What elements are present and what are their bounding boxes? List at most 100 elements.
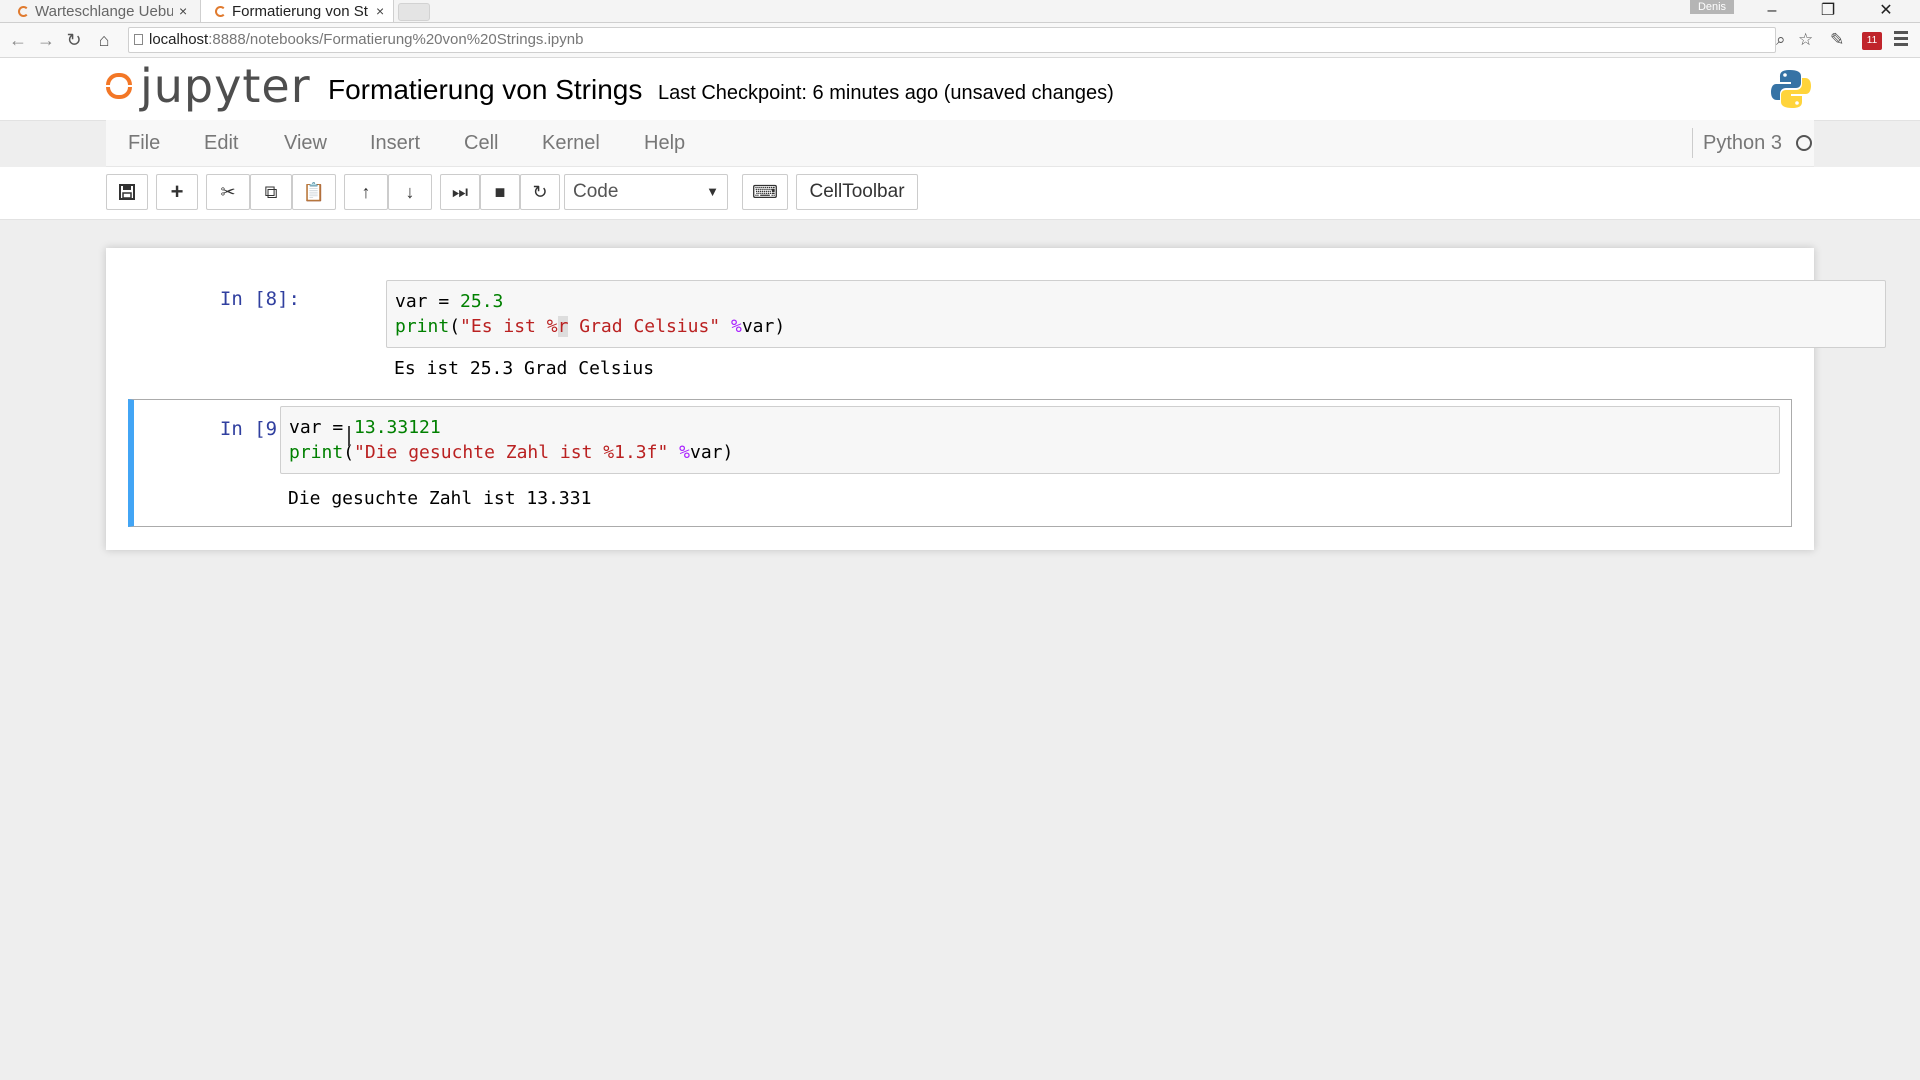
code-token: "Die gesuchte Zahl ist %1.3f": [354, 442, 669, 463]
code-token: Grad Celsius": [568, 316, 721, 337]
notebook-toolbar: + ✂ ⧉ 📋 ↑ ↓ ⏭ ■ ↻ Code ▼ ⌨ CellToolbar: [0, 167, 1920, 220]
plus-icon: +: [170, 179, 184, 204]
input-prompt: In [8]:: [219, 288, 300, 310]
save-icon: [119, 184, 135, 200]
tab-close-icon[interactable]: ×: [179, 3, 187, 19]
extension-pen-icon[interactable]: ✎: [1830, 27, 1844, 53]
celltoolbar-button[interactable]: CellToolbar: [796, 174, 918, 210]
page-icon: [134, 34, 143, 45]
restart-icon: ↻: [532, 182, 548, 202]
restore-icon[interactable]: ❐: [1808, 0, 1848, 22]
cell-type-value: Code: [573, 181, 619, 202]
menu-view[interactable]: View: [284, 120, 327, 166]
restart-kernel-button[interactable]: ↻: [520, 174, 560, 210]
cell-type-select[interactable]: Code ▼: [564, 174, 728, 210]
insert-cell-button[interactable]: +: [156, 174, 198, 210]
profile-badge[interactable]: Denis: [1690, 0, 1734, 14]
code-token: "Es ist %: [460, 316, 558, 337]
url-path: :8888/notebooks/Formatierung%20von%20Str…: [208, 31, 584, 48]
code-token: (: [449, 316, 461, 337]
run-icon: ⏭: [451, 182, 469, 202]
menu-file[interactable]: File: [128, 120, 160, 166]
kernel-name: Python 3: [1692, 128, 1782, 158]
move-up-button[interactable]: ↑: [344, 174, 388, 210]
code-token: var: [289, 417, 322, 438]
code-token: var: [690, 442, 723, 463]
close-window-icon[interactable]: ✕: [1866, 0, 1906, 22]
code-cell-selected[interactable]: In [9]: var = 13.33121 print("Die gesuch…: [128, 399, 1792, 527]
address-bar: ← → ↻ ⌂ localhost:8888/notebooks/Formati…: [0, 23, 1920, 58]
code-token: ): [774, 316, 786, 337]
keyboard-icon: ⌨: [752, 182, 778, 202]
copy-button[interactable]: ⧉: [250, 174, 292, 210]
notebook-container: In [8]: var = 25.3 print("Es ist %r Grad…: [106, 248, 1886, 550]
stop-icon: ■: [494, 182, 506, 202]
command-palette-button[interactable]: ⌨: [742, 174, 788, 210]
jupyter-wordmark: jupyter: [140, 59, 311, 113]
notebook-menubar: File Edit View Insert Cell Kernel Help P…: [106, 120, 1814, 167]
browser-tab-formatierung[interactable]: Formatierung von St ×: [200, 0, 394, 22]
tab-label: Formatierung von St: [232, 2, 368, 20]
code-token: %: [730, 316, 742, 337]
jupyter-favicon-icon: [215, 5, 226, 17]
scissors-icon: ✂: [220, 182, 236, 202]
text-cursor-icon: [348, 426, 350, 446]
menu-cell[interactable]: Cell: [464, 120, 498, 166]
code-input[interactable]: var = 13.33121 print("Die gesuchte Zahl …: [280, 406, 1780, 474]
jupyter-logo[interactable]: jupyter: [104, 59, 311, 113]
code-token: %: [679, 442, 690, 463]
minimize-icon[interactable]: –: [1752, 0, 1792, 22]
code-token: var: [395, 291, 428, 312]
move-down-button[interactable]: ↓: [388, 174, 432, 210]
cell-output: Die gesuchte Zahl ist 13.331: [288, 488, 592, 509]
new-tab-button[interactable]: [398, 3, 430, 21]
copy-icon: ⧉: [264, 182, 278, 202]
url-host: localhost: [149, 31, 209, 48]
paste-icon: 📋: [302, 182, 326, 202]
home-icon[interactable]: ⌂: [92, 27, 116, 53]
paste-button[interactable]: 📋: [292, 174, 336, 210]
arrow-up-icon: ↑: [361, 182, 371, 202]
code-token: 13.33121: [354, 417, 441, 438]
arrow-down-icon: ↓: [405, 182, 415, 202]
back-icon[interactable]: ←: [6, 27, 30, 53]
jupyter-header: jupyter Formatierung von Strings Last Ch…: [0, 58, 1920, 121]
cut-button[interactable]: ✂: [206, 174, 250, 210]
browser-tab-warteschlange[interactable]: Warteschlange Uebu ×: [4, 0, 200, 22]
code-cell[interactable]: In [8]: var = 25.3 print("Es ist %r Grad…: [128, 274, 1886, 379]
menu-edit[interactable]: Edit: [204, 120, 238, 166]
menu-help[interactable]: Help: [644, 120, 685, 166]
code-token: =: [427, 291, 461, 312]
code-token: print: [289, 442, 344, 463]
kernel-status-icon: [1796, 135, 1812, 151]
jupyter-favicon-icon: [18, 5, 29, 17]
code-token: ): [722, 442, 734, 463]
code-token: var: [741, 316, 775, 337]
tab-close-icon[interactable]: ×: [376, 3, 384, 19]
save-button[interactable]: [106, 174, 148, 210]
menu-kernel[interactable]: Kernel: [542, 120, 600, 166]
interrupt-button[interactable]: ■: [480, 174, 520, 210]
gmail-extension-icon[interactable]: 11: [1862, 32, 1882, 50]
jupyter-logo-icon: [104, 71, 134, 101]
reload-icon[interactable]: ↻: [62, 27, 86, 53]
code-input[interactable]: var = 25.3 print("Es ist %r Grad Celsius…: [386, 280, 1886, 348]
code-token: print: [395, 316, 450, 337]
zoom-icon[interactable]: ⌕: [1776, 27, 1786, 53]
checkpoint-status: Last Checkpoint: 6 minutes ago (unsaved …: [658, 82, 1114, 104]
code-token: 25.3: [460, 291, 504, 312]
run-cell-button[interactable]: ⏭: [440, 174, 480, 210]
browser-menu-icon[interactable]: [1894, 31, 1908, 49]
code-token: r: [557, 316, 569, 337]
forward-icon[interactable]: →: [34, 27, 58, 53]
notebook-title[interactable]: Formatierung von Strings: [328, 74, 642, 106]
bookmark-star-icon[interactable]: ☆: [1798, 27, 1813, 53]
chevron-down-icon: ▼: [706, 184, 719, 199]
tab-label: Warteschlange Uebu: [35, 2, 173, 20]
url-input[interactable]: localhost:8888/notebooks/Formatierung%20…: [128, 27, 1776, 53]
menu-insert[interactable]: Insert: [370, 120, 420, 166]
browser-tab-bar: Warteschlange Uebu × Formatierung von St…: [0, 0, 1920, 23]
python-logo-icon: [1771, 70, 1811, 108]
